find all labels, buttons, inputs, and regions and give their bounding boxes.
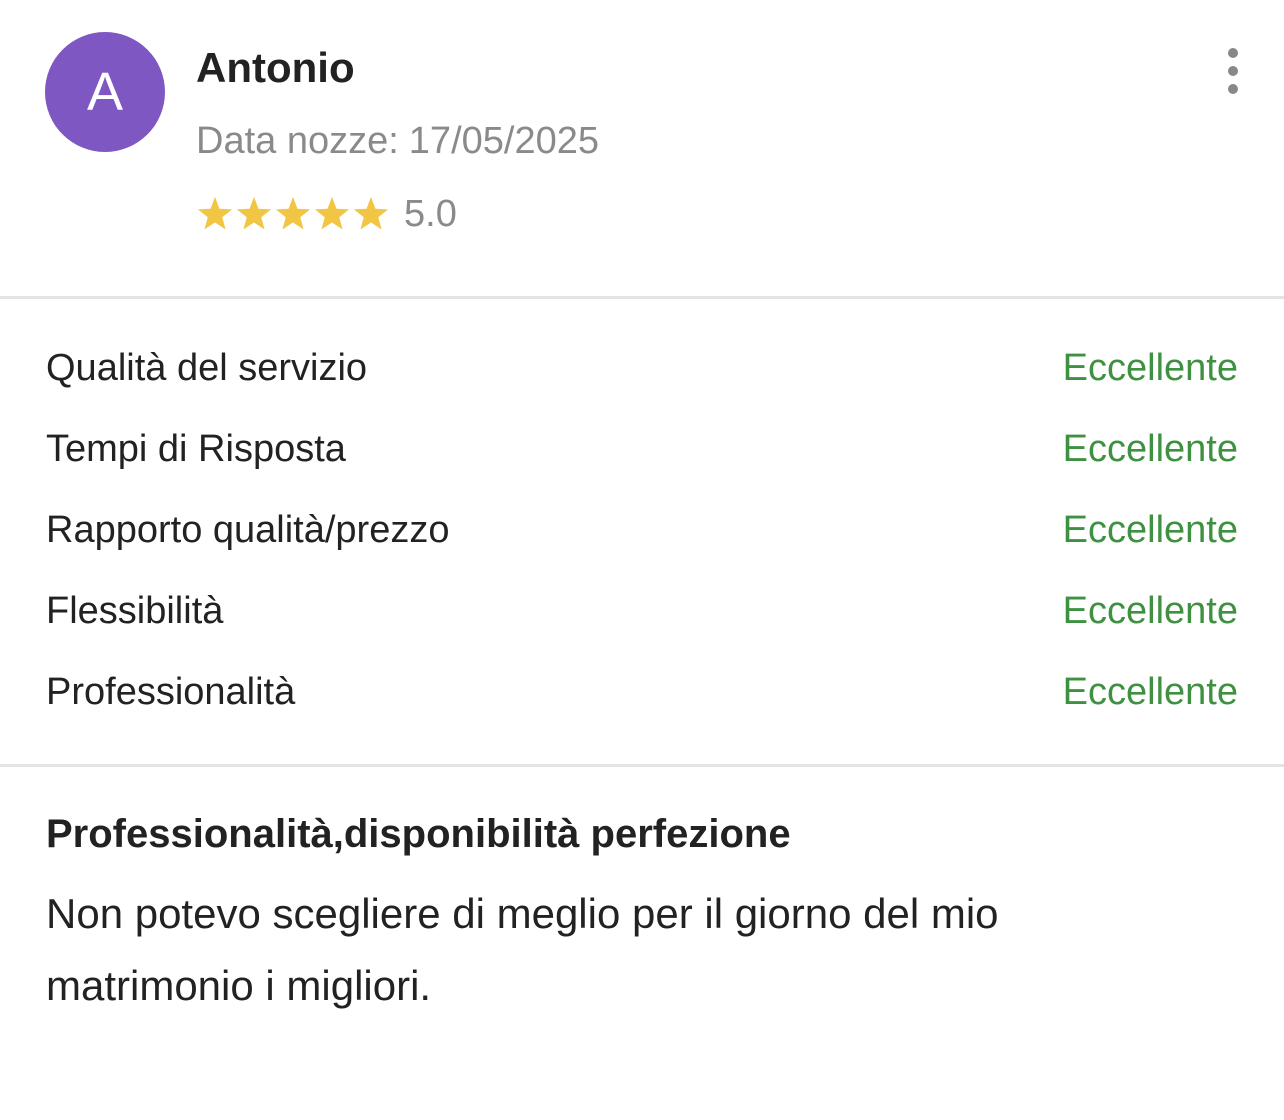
overall-rating: 5.0 [196, 190, 457, 238]
review-body: Professionalità,disponibilità perfezione… [46, 806, 1238, 1022]
criteria-value: Eccellente [1062, 428, 1238, 470]
review-title: Professionalità,disponibilità perfezione [46, 812, 791, 856]
more-vertical-icon-dot [1228, 66, 1238, 76]
star-icon [275, 196, 311, 230]
wedding-date: Data nozze: 17/05/2025 [196, 117, 599, 165]
criteria-row-response-time: Tempi di Risposta Eccellente [46, 409, 1238, 490]
criteria-label: Professionalità [46, 671, 296, 713]
criteria-label: Qualità del servizio [46, 347, 368, 389]
criteria-value: Eccellente [1062, 347, 1238, 389]
criteria-row-value-for-money: Rapporto qualità/prezzo Eccellente [46, 490, 1238, 571]
wedding-date-value: 17/05/2025 [408, 120, 599, 162]
rating-value: 5.0 [404, 193, 457, 235]
criteria-value: Eccellente [1062, 509, 1238, 551]
avatar: A [45, 32, 165, 152]
criteria-label: Tempi di Risposta [46, 428, 346, 470]
criteria-row-flexibility: Flessibilità Eccellente [46, 571, 1238, 652]
criteria-row-professionalism: Professionalità Eccellente [46, 652, 1238, 733]
review-text: Non potevo scegliere di meglio per il gi… [46, 890, 999, 1009]
wedding-date-label: Data nozze: [196, 120, 399, 162]
more-vertical-icon [1228, 48, 1238, 58]
divider [0, 296, 1284, 299]
criteria-value: Eccellente [1062, 671, 1238, 713]
star-icon [314, 196, 350, 230]
more-options-button[interactable] [1214, 48, 1252, 94]
reviewer-name: Antonio [196, 44, 355, 91]
star-icon [353, 196, 389, 230]
avatar-initial: A [86, 62, 124, 122]
criteria-value: Eccellente [1062, 590, 1238, 632]
star-icon [236, 196, 272, 230]
criteria-label: Flessibilità [46, 590, 224, 632]
criteria-label: Rapporto qualità/prezzo [46, 509, 450, 551]
star-rating [196, 195, 391, 233]
more-vertical-icon-dot [1228, 84, 1238, 94]
criteria-row-service-quality: Qualità del servizio Eccellente [46, 328, 1238, 409]
review-header: A Antonio Data nozze: 17/05/2025 5.0 [0, 0, 1284, 297]
divider [0, 764, 1284, 767]
criteria-ratings-list: Qualità del servizio Eccellente Tempi di… [46, 328, 1238, 733]
star-icon [197, 196, 233, 230]
